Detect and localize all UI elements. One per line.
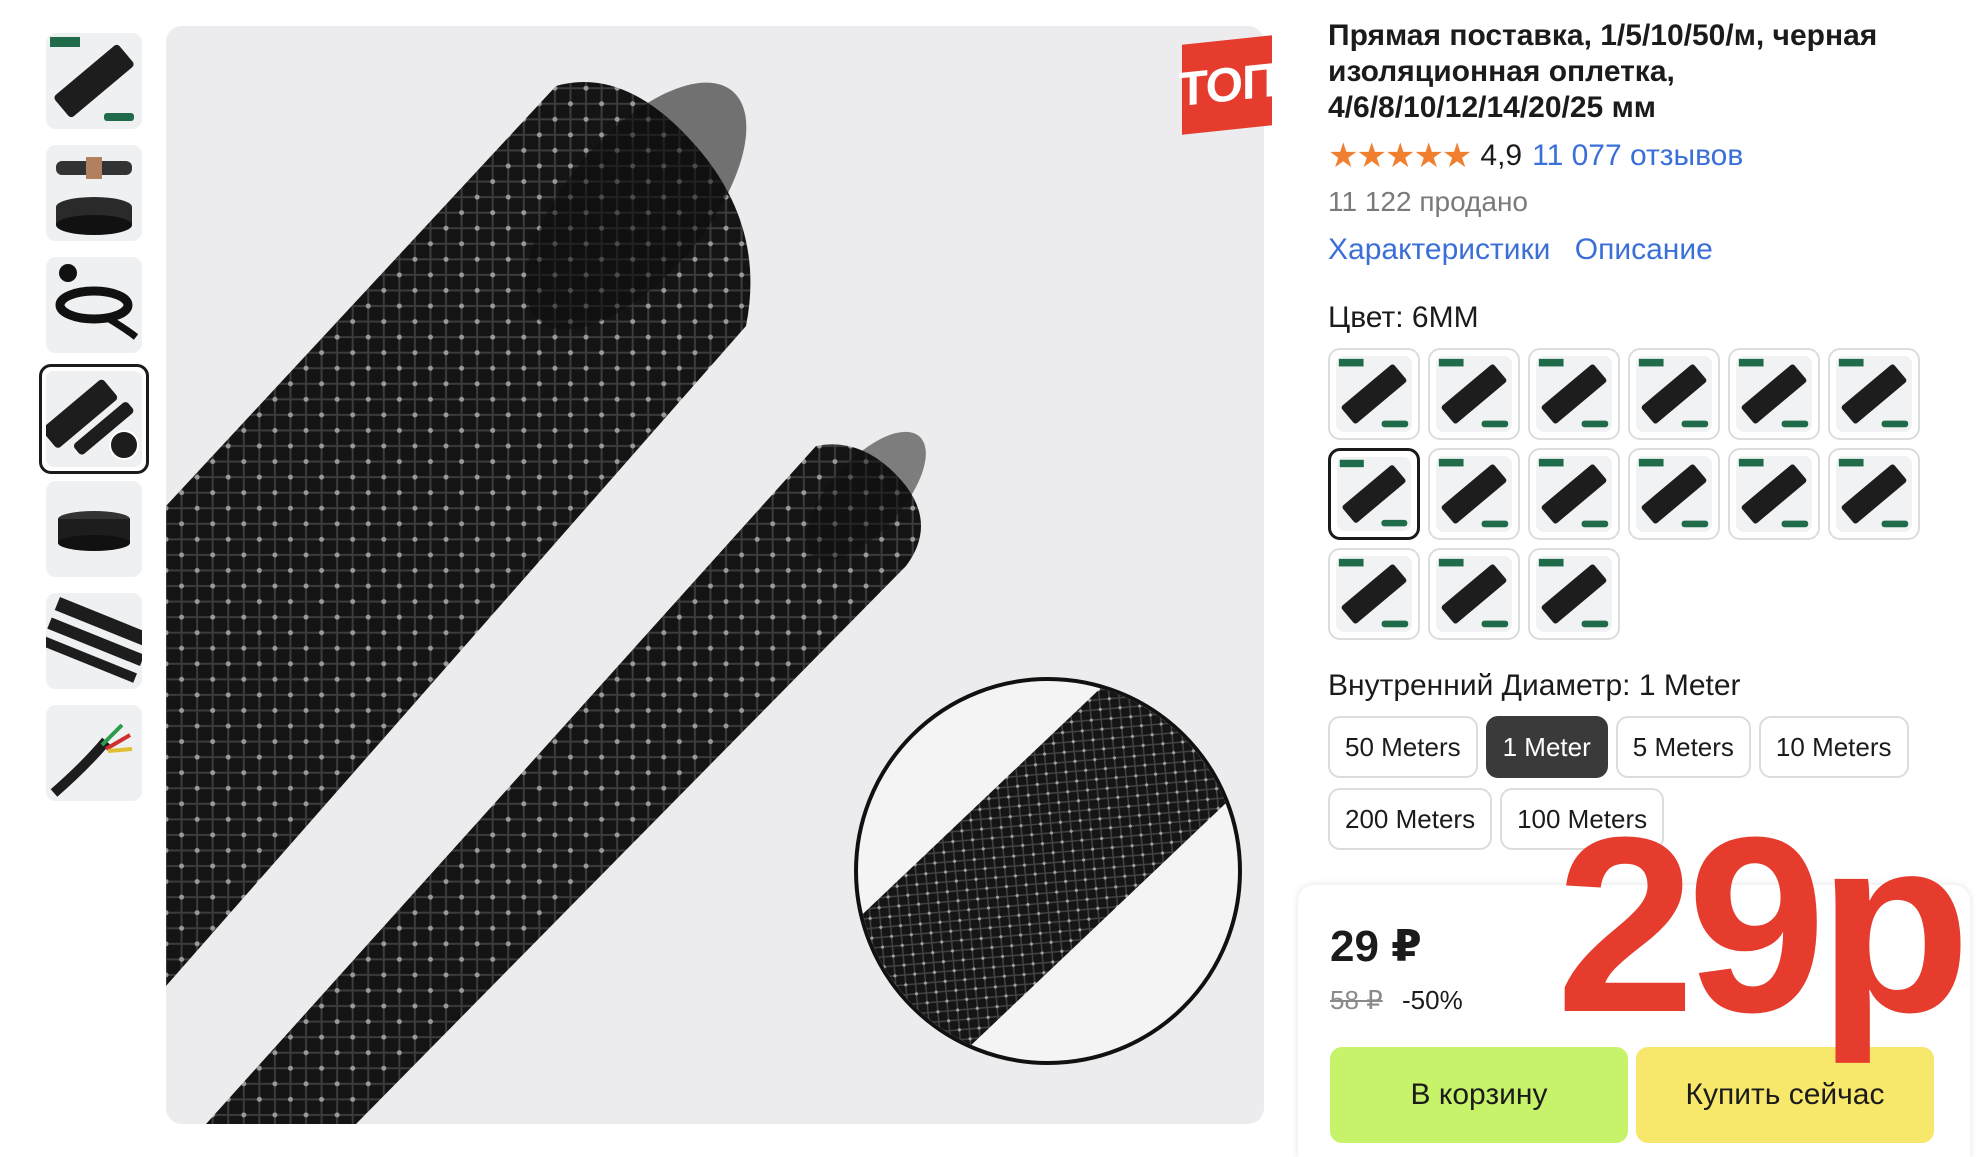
thumbnail-7[interactable]: [46, 705, 142, 801]
discount-badge: -50%: [1402, 985, 1463, 1015]
color-swatch[interactable]: [1828, 348, 1920, 440]
rating-row: ★★★★★ 4,9 11 077 отзывов: [1328, 136, 1968, 176]
color-swatch[interactable]: [1428, 348, 1520, 440]
thumbnail-4[interactable]: [39, 364, 149, 474]
characteristics-link[interactable]: Характеристики: [1328, 233, 1550, 266]
diameter-options: 50 Meters 1 Meter 5 Meters 10 Meters 200 Met…: [1328, 716, 1928, 850]
color-swatch[interactable]: [1528, 548, 1620, 640]
current-price: 29 ₽: [1330, 922, 1422, 971]
color-swatch[interactable]: [1828, 448, 1920, 540]
color-swatch[interactable]: [1628, 348, 1720, 440]
rating-value: 4,9: [1480, 139, 1523, 172]
color-label: Цвет: 6MM: [1328, 301, 1479, 334]
thumbnail-5[interactable]: [46, 481, 142, 577]
color-swatch[interactable]: [1328, 548, 1420, 640]
diameter-option[interactable]: 10 Meters: [1758, 716, 1909, 778]
thumbnail-6[interactable]: [46, 593, 142, 689]
color-swatch[interactable]: [1628, 448, 1720, 540]
color-swatch[interactable]: [1728, 448, 1820, 540]
product-info: Прямая поставка, 1/5/10/50/м, черная изо…: [1328, 18, 1968, 850]
product-page: ТОП Прямая поставка, 1/5/10/50/м, черная…: [0, 0, 1988, 1157]
color-swatch[interactable]: [1528, 448, 1620, 540]
color-swatch[interactable]: [1428, 548, 1520, 640]
old-price: 58 ₽: [1330, 985, 1383, 1015]
buy-now-button[interactable]: Купить сейчас: [1636, 1047, 1934, 1143]
product-title: Прямая поставка, 1/5/10/50/м, черная изо…: [1328, 19, 1878, 124]
top-badge: ТОП: [1179, 35, 1275, 135]
color-swatch[interactable]: [1428, 448, 1520, 540]
reviews-link[interactable]: 11 077 отзывов: [1532, 139, 1743, 173]
thumbnail-3[interactable]: [46, 257, 142, 353]
star-rating-icon: ★★★★★: [1328, 137, 1472, 175]
color-swatch[interactable]: [1328, 348, 1420, 440]
add-to-cart-button[interactable]: В корзину: [1330, 1047, 1628, 1143]
diameter-option[interactable]: 1 Meter: [1485, 716, 1608, 778]
price-panel: 29 ₽ 58 ₽ -50% В корзину Купить сейчас: [1298, 885, 1970, 1157]
color-swatches: [1328, 348, 1968, 640]
thumbnail-1[interactable]: [46, 33, 142, 129]
color-swatch[interactable]: [1728, 348, 1820, 440]
description-link[interactable]: Описание: [1575, 233, 1713, 266]
thumbnail-2[interactable]: [46, 145, 142, 241]
diameter-option[interactable]: 100 Meters: [1500, 788, 1665, 850]
color-swatch[interactable]: [1328, 448, 1420, 540]
main-product-image: [166, 26, 1264, 1124]
sold-count: 11 122 продано: [1328, 186, 1528, 217]
section-links: Характеристики Описание: [1328, 228, 1968, 272]
diameter-option[interactable]: 200 Meters: [1328, 788, 1493, 850]
diameter-option[interactable]: 50 Meters: [1328, 716, 1478, 778]
color-swatch[interactable]: [1528, 348, 1620, 440]
diameter-label: Внутренний Диаметр: 1 Meter: [1328, 669, 1741, 702]
diameter-option[interactable]: 5 Meters: [1615, 716, 1751, 778]
